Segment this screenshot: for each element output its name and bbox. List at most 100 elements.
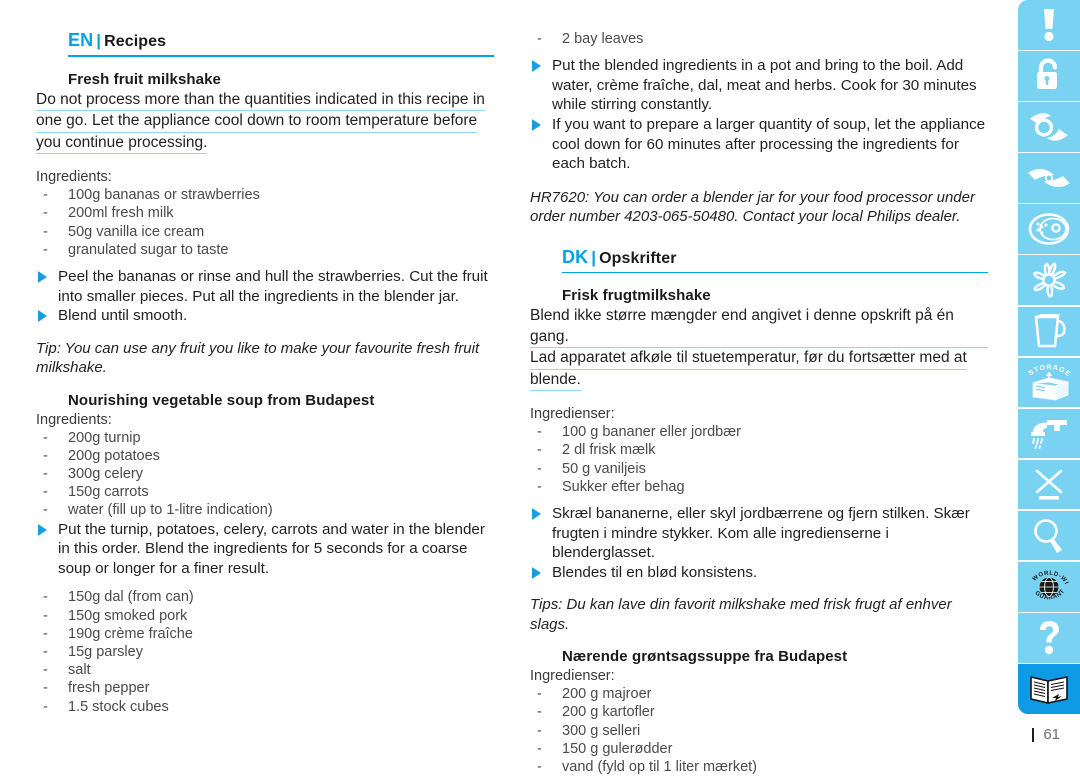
rail-item-disposal[interactable]	[1018, 459, 1080, 510]
warning-line: blende.	[530, 370, 581, 392]
list-item: 150 g gulerødder	[530, 740, 988, 758]
header-pipe: |	[96, 31, 102, 50]
header-pipe: |	[591, 247, 597, 267]
blade-with-ring-icon	[1030, 113, 1068, 141]
blender-jar-icon	[1034, 314, 1066, 348]
chapter-icon-rail: STORAGE WORLD-WI GUARANT	[1018, 0, 1080, 714]
warning-line: Blend ikke større mængder end angivet i …	[530, 306, 988, 349]
order-note: HR7620: You can order a blender jar for …	[530, 188, 975, 226]
list-item: Blendes til en blød konsistens.	[530, 563, 988, 583]
list-item: 15g parsley	[36, 643, 494, 661]
rail-item-blender-jar[interactable]	[1018, 306, 1080, 357]
rail-item-faq[interactable]	[1018, 613, 1080, 663]
shredding-disc-icon	[1028, 213, 1070, 245]
list-item: 150g carrots	[36, 483, 494, 501]
warning-line: Lad apparatet afkøle til stuetemperatur,…	[530, 348, 967, 370]
rail-item-guarantee[interactable]: WORLD-WIDE GUARANTEE	[1018, 562, 1080, 612]
page-number-separator	[1032, 727, 1035, 742]
list-item: 50 g vaniljeis	[530, 460, 988, 478]
language-code: EN	[68, 30, 94, 50]
steps-list-soup-continued: Put the blended ingredients in a pot and…	[530, 56, 988, 174]
rail-item-storage[interactable]: STORAGE	[1018, 357, 1080, 408]
rail-item-safety-lock[interactable]	[1018, 51, 1080, 101]
step-text: Put the turnip, potatoes, celery, carrot…	[58, 520, 485, 577]
ingredients-label: Ingredienser:	[530, 406, 615, 423]
header-rule	[562, 271, 988, 274]
list-item: 1.5 stock cubes	[36, 698, 494, 716]
list-item: 50g vanilla ice cream	[36, 223, 494, 241]
step-text: Peel the bananas or rinse and hull the s…	[58, 267, 488, 305]
tip-text-milkshake-dk: Tips: Du kan lave din favorit milkshake …	[530, 596, 952, 633]
warning-line: you continue processing.	[36, 133, 208, 155]
worldwide-guarantee-icon: WORLD-WIDE GUARANTEE	[1026, 567, 1068, 601]
list-item: water (fill up to 1-litre indication)	[36, 501, 494, 519]
list-item: 200 g majroer	[530, 685, 988, 703]
list-item: Blend until smooth.	[36, 306, 494, 326]
list-item: 200g potatoes	[36, 447, 494, 465]
rail-item-warning[interactable]	[1018, 0, 1080, 50]
section-title: Opskrifter	[599, 249, 677, 267]
list-item: Sukker efter behag	[530, 478, 988, 496]
step-text: Blendes til en blød konsistens.	[552, 563, 758, 581]
page-footer: 61	[1032, 726, 1060, 743]
crossed-bin-icon	[1035, 469, 1063, 500]
exclamation-mark-icon	[1044, 8, 1054, 41]
step-arrow-icon	[532, 566, 541, 579]
manual-page: EN | Recipes Fresh fruit milkshake Do not …	[0, 0, 1080, 776]
open-padlock-icon	[1037, 58, 1058, 89]
rail-item-index[interactable]	[1018, 664, 1080, 714]
rail-item-troubleshooting[interactable]	[1018, 510, 1080, 561]
list-item: 150g smoked pork	[36, 607, 494, 625]
step-text: Blend until smooth.	[58, 307, 188, 325]
header-rule	[68, 55, 494, 57]
rail-item-blade[interactable]	[1018, 153, 1080, 203]
recipe-title-milkshake-dk: Frisk frugtmilkshake	[562, 287, 711, 305]
ingredients-label: Ingredienser:	[530, 668, 615, 685]
water-tap-icon	[1031, 419, 1067, 449]
rail-item-emulsifying-disc[interactable]	[1018, 255, 1080, 305]
open-book-icon	[1030, 676, 1068, 704]
rail-item-shredding-disc[interactable]	[1018, 204, 1080, 254]
language-header-dk: DK | Opskrifter	[530, 247, 988, 274]
list-item: 100g bananas or strawberries	[36, 186, 494, 204]
question-mark-icon	[1040, 620, 1059, 655]
list-item: 2 bay leaves	[530, 30, 988, 48]
ingredients-list-soup-dk: 200 g majroer 200 g kartofler 300 g sell…	[530, 685, 988, 776]
list-item: Put the turnip, potatoes, celery, carrot…	[36, 520, 494, 579]
list-item: 100 g bananer eller jordbær	[530, 423, 988, 441]
list-item: 200ml fresh milk	[36, 204, 494, 222]
rail-item-blade-unit[interactable]	[1018, 102, 1080, 152]
list-item: 200g turnip	[36, 429, 494, 447]
list-item: Put the blended ingredients in a pot and…	[530, 56, 988, 115]
language-code: DK	[562, 246, 589, 267]
step-arrow-icon	[38, 270, 47, 283]
steps-list-soup: Put the turnip, potatoes, celery, carrot…	[36, 520, 494, 579]
ingredients-label: Ingredients:	[36, 169, 112, 186]
ingredients-list-milkshake: 100g bananas or strawberries 200ml fresh…	[36, 186, 494, 259]
recipe-title-soup: Nourishing vegetable soup from Budapest	[68, 391, 375, 409]
rail-item-cleaning[interactable]	[1018, 408, 1080, 459]
page-number: 61	[1043, 726, 1060, 743]
step-arrow-icon	[532, 507, 541, 520]
ingredients-list-soup-part1: 200g turnip 200g potatoes 300g celery 15…	[36, 429, 494, 520]
list-item: 150g dal (from can)	[36, 588, 494, 606]
list-item: 300g celery	[36, 465, 494, 483]
list-item: 300 g selleri	[530, 722, 988, 740]
list-item: salt	[36, 661, 494, 679]
list-item: Skræl bananerne, eller skyl jordbærrene …	[530, 504, 988, 563]
section-title: Recipes	[104, 33, 167, 50]
left-column: EN | Recipes Fresh fruit milkshake Do not …	[36, 0, 494, 716]
ingredients-list-soup-continued: 2 bay leaves	[530, 30, 988, 48]
warning-line: Do not process more than the quantities …	[36, 90, 485, 112]
list-item: 200 g kartofler	[530, 703, 988, 721]
language-header-en: EN | Recipes	[36, 30, 494, 57]
step-arrow-icon	[532, 118, 541, 131]
recipe-title-milkshake: Fresh fruit milkshake	[68, 70, 221, 88]
step-text: Skræl bananerne, eller skyl jordbærrene …	[552, 504, 970, 562]
steps-list-milkshake-dk: Skræl bananerne, eller skyl jordbærrene …	[530, 504, 988, 582]
warning-line: one go. Let the appliance cool down to r…	[36, 111, 478, 133]
list-item: If you want to prepare a larger quantity…	[530, 115, 988, 174]
recipe-title-soup-dk: Nærende grøntsagssuppe fra Budapest	[562, 648, 848, 666]
ingredients-list-milkshake-dk: 100 g bananer eller jordbær 2 dl frisk m…	[530, 423, 988, 496]
step-text: Put the blended ingredients in a pot and…	[552, 57, 977, 114]
